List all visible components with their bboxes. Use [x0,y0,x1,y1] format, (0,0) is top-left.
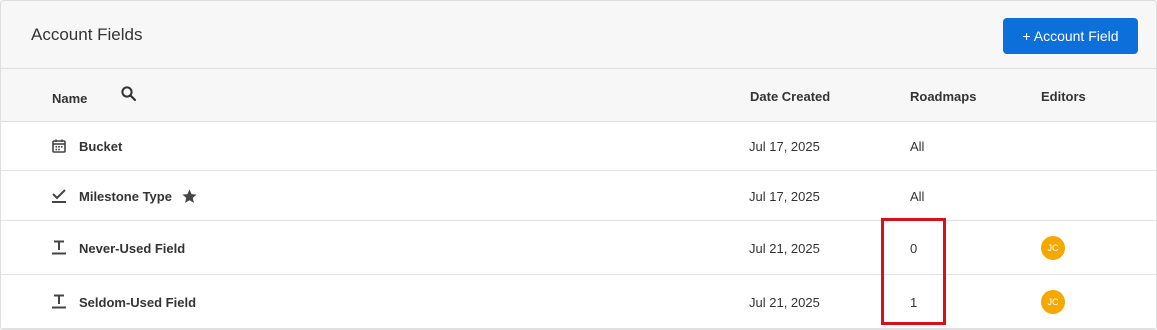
roadmaps-cell: All [910,189,925,204]
page-title: Account Fields [31,25,143,44]
column-header-name[interactable]: Name [52,91,87,106]
account-fields-panel: Account Fields + Account Field Name Date… [0,0,1157,330]
field-name-link[interactable]: Bucket [79,139,122,154]
table-header: Name Date Created Roadmaps Editors [1,69,1156,122]
field-name-link[interactable]: Seldom-Used Field [79,295,196,310]
column-header-editors[interactable]: Editors [1041,89,1086,104]
column-header-date-created[interactable]: Date Created [750,89,830,104]
search-icon[interactable] [120,85,138,103]
text-field-icon [52,294,66,309]
table-row[interactable]: Milestone Type Jul 17, 2025 All [1,171,1156,221]
text-field-icon [52,240,66,255]
date-created-cell: Jul 21, 2025 [749,295,820,310]
date-created-cell: Jul 17, 2025 [749,189,820,204]
editor-avatar[interactable]: JC [1041,236,1065,260]
table-row[interactable]: Never-Used Field Jul 21, 2025 0 JC [1,221,1156,275]
table-row[interactable]: Seldom-Used Field Jul 21, 2025 1 JC [1,275,1156,329]
table-body: Bucket Jul 17, 2025 All Milestone Type J… [1,122,1156,329]
column-header-roadmaps[interactable]: Roadmaps [910,89,976,104]
calendar-icon [52,139,66,153]
star-icon[interactable] [181,188,198,205]
roadmaps-cell: All [910,139,925,154]
field-name-link[interactable]: Milestone Type [79,189,172,204]
date-created-cell: Jul 17, 2025 [749,139,820,154]
date-created-cell: Jul 21, 2025 [749,241,820,256]
panel-header: Account Fields + Account Field [1,1,1156,69]
add-account-field-label: + Account Field [1022,28,1119,44]
field-name-link[interactable]: Never-Used Field [79,241,185,256]
add-account-field-button[interactable]: + Account Field [1003,18,1138,54]
editor-avatar[interactable]: JC [1041,290,1065,314]
roadmaps-highlight-box [881,218,946,325]
milestone-check-icon [52,189,66,203]
table-row[interactable]: Bucket Jul 17, 2025 All [1,122,1156,171]
